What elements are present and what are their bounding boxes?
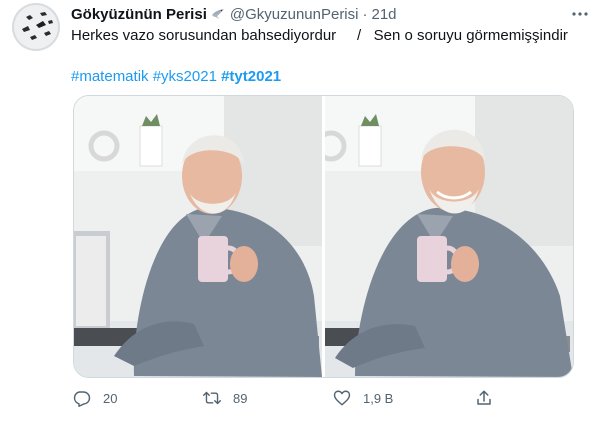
hashtag-list: #matematik #yks2021 #tyt2021: [71, 67, 281, 87]
media-image-right[interactable]: [325, 96, 573, 377]
hashtag-link[interactable]: #yks2021: [153, 68, 217, 85]
tweet-header: Gökyüzünün Perisi @GkyuzununPerisi · 21d: [71, 4, 397, 24]
retweet-icon: [203, 389, 221, 407]
reply-icon: [73, 389, 91, 407]
user-handle[interactable]: @GkyuzununPerisi: [230, 6, 359, 23]
more-icon[interactable]: [570, 6, 590, 22]
like-count: 1,9 B: [363, 390, 394, 406]
media-grid[interactable]: [73, 95, 574, 378]
hashtag-link[interactable]: #tyt2021: [221, 68, 281, 85]
reply-button[interactable]: 20: [73, 388, 117, 408]
display-name[interactable]: Gökyüzünün Perisi: [71, 6, 207, 23]
share-button[interactable]: [475, 388, 493, 408]
like-button[interactable]: 1,9 B: [333, 388, 393, 408]
tweet-text: Herkes vazo sorusundan bahsediyordur / S…: [71, 27, 568, 44]
tweet[interactable]: Gökyüzünün Perisi @GkyuzununPerisi · 21d…: [0, 0, 600, 425]
separator-dot: ·: [362, 5, 368, 23]
retweet-count: 89: [233, 390, 248, 406]
dove-emoji-icon: [210, 6, 226, 22]
retweet-button[interactable]: 89: [203, 388, 247, 408]
tweet-time[interactable]: 21d: [371, 6, 396, 23]
tweet-actions: 20 89 1,9 B: [73, 388, 493, 408]
share-icon: [475, 389, 493, 407]
hashtag-link[interactable]: #matematik: [71, 68, 149, 85]
reply-count: 20: [103, 390, 118, 406]
avatar[interactable]: [12, 3, 60, 51]
media-image-left[interactable]: [74, 96, 322, 377]
like-icon: [333, 389, 351, 407]
